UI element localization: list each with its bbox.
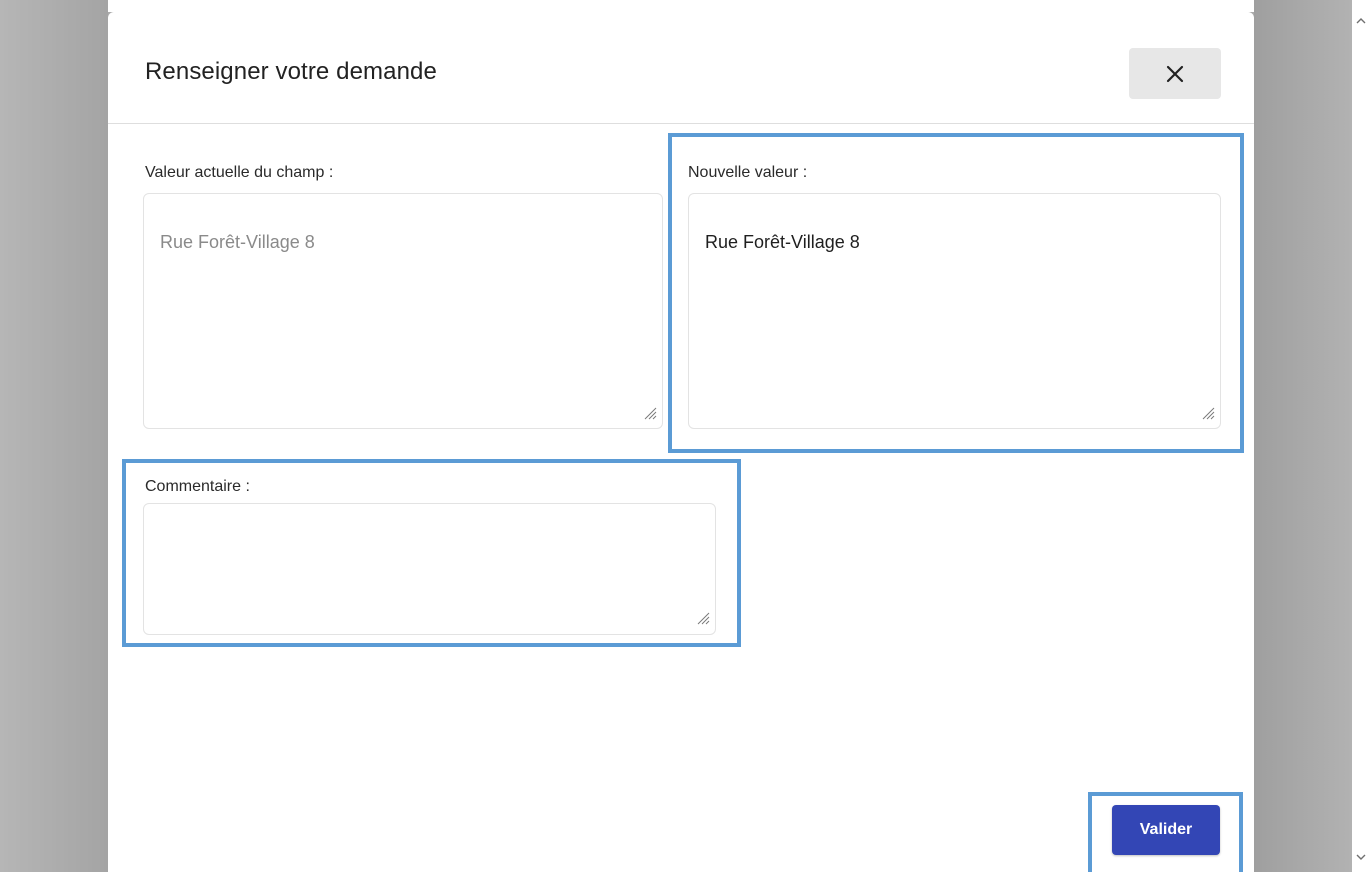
resize-handle-icon (644, 407, 657, 420)
scroll-down-arrow-icon[interactable] (1352, 850, 1370, 868)
current-value-label: Valeur actuelle du champ : (145, 164, 334, 181)
scroll-up-arrow-icon[interactable] (1352, 14, 1370, 32)
new-value-textarea[interactable]: Rue Forêt-Village 8 (688, 193, 1221, 429)
current-value-textarea: Rue Forêt-Village 8 (143, 193, 663, 429)
close-icon (1166, 65, 1184, 83)
resize-handle-icon[interactable] (696, 611, 710, 625)
dialog-header: Renseigner votre demande (108, 12, 1254, 124)
resize-handle-icon[interactable] (1201, 406, 1215, 420)
request-dialog: Renseigner votre demande Valeur actuelle… (108, 12, 1254, 872)
modal-overlay-left[interactable] (0, 0, 108, 872)
current-value-text: Rue Forêt-Village 8 (160, 232, 315, 252)
page-scrollbar[interactable] (1352, 0, 1370, 872)
submit-button[interactable]: Valider (1112, 805, 1220, 855)
new-value-label: Nouvelle valeur : (688, 164, 808, 181)
modal-overlay-right[interactable] (1254, 0, 1352, 872)
top-strip (0, 0, 1352, 12)
comment-textarea[interactable] (143, 503, 716, 635)
page: Renseigner votre demande Valeur actuelle… (0, 0, 1370, 872)
dialog-title: Renseigner votre demande (145, 58, 437, 85)
new-value-text: Rue Forêt-Village 8 (705, 232, 860, 252)
comment-label: Commentaire : (145, 478, 250, 495)
close-button[interactable] (1129, 48, 1221, 99)
